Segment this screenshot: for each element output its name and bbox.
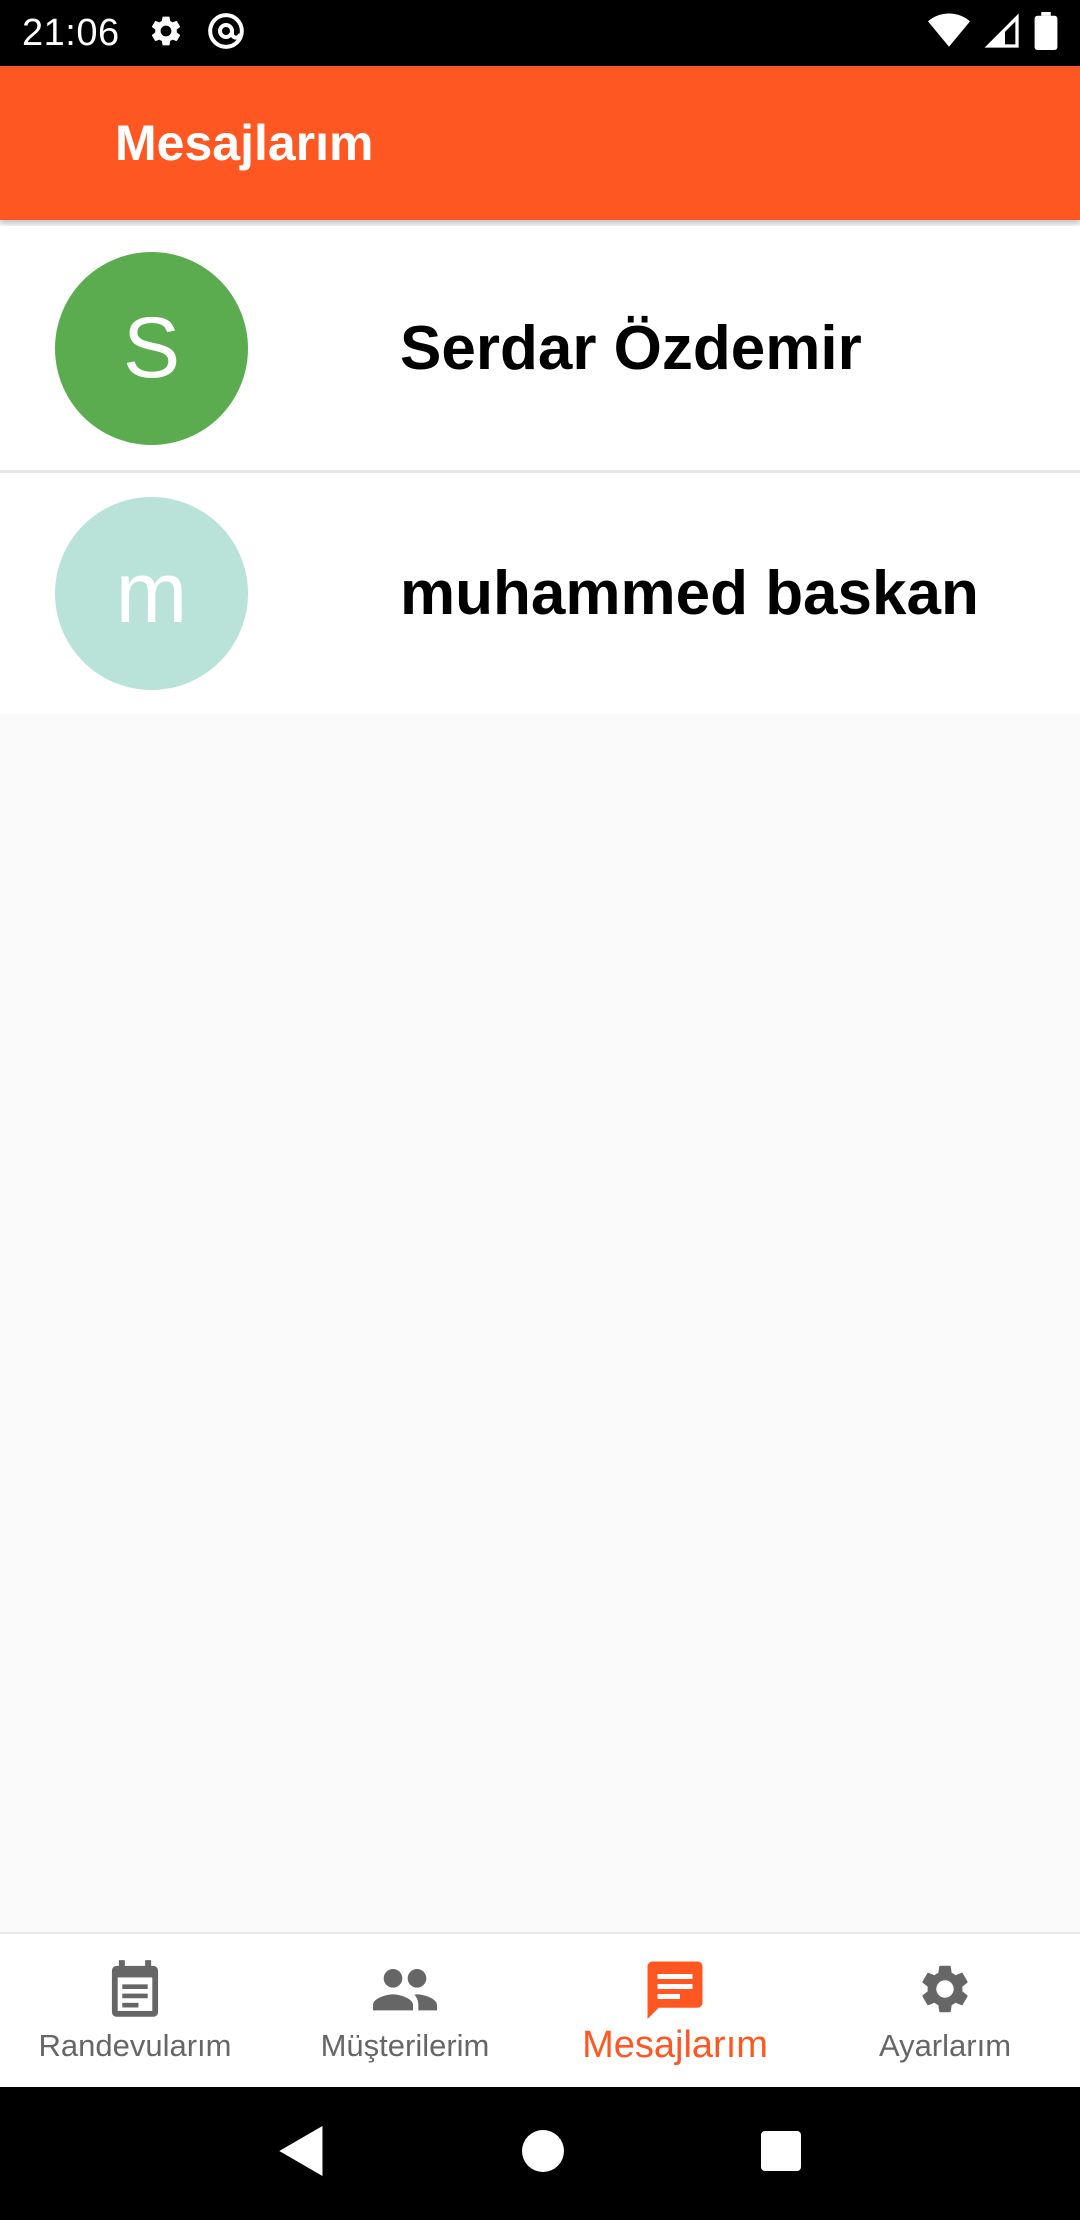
status-bar: 21:06 <box>0 0 1080 66</box>
nav-item-mesajlarim[interactable]: Mesajlarım <box>540 1934 810 2087</box>
home-icon[interactable] <box>521 2130 564 2177</box>
page-title: Mesajlarım <box>115 115 374 171</box>
app-bar: Mesajlarım <box>0 66 1080 220</box>
people-icon <box>373 1956 437 2022</box>
nav-item-musterilerim[interactable]: Müşterilerim <box>270 1934 540 2087</box>
nav-item-ayarlarim[interactable]: Ayarlarım <box>810 1934 1080 2087</box>
contact-name: muhammed baskan <box>400 559 979 628</box>
avatar-initial: m <box>115 545 188 641</box>
nav-label: Müşterilerim <box>320 2028 490 2063</box>
status-time: 21:06 <box>22 11 120 54</box>
recents-icon[interactable] <box>761 2131 802 2176</box>
screen: 21:06 Mesajlarım S Serdar Özdemir m muha… <box>0 0 1080 2220</box>
gear-icon <box>916 1956 974 2022</box>
nav-label: Randevularım <box>38 2028 232 2063</box>
contact-name: Serdar Özdemir <box>400 313 862 383</box>
avatar: S <box>55 251 248 445</box>
calendar-icon <box>107 1956 163 2022</box>
nav-item-randevularim[interactable]: Randevularım <box>0 1934 270 2087</box>
signal-icon <box>984 13 1020 54</box>
nav-label: Mesajlarım <box>582 2024 768 2066</box>
status-icons-left <box>148 11 246 56</box>
at-sign-icon <box>206 11 246 56</box>
system-navigation-bar <box>0 2087 1080 2220</box>
battery-icon <box>1034 11 1058 55</box>
conversation-item[interactable]: S Serdar Özdemir <box>0 226 1080 470</box>
back-icon[interactable] <box>278 2126 325 2181</box>
avatar-initial: S <box>122 299 181 396</box>
conversation-item[interactable]: m muhammed baskan <box>0 470 1080 714</box>
nav-label: Ayarlarım <box>878 2028 1012 2063</box>
conversation-list: S Serdar Özdemir m muhammed baskan <box>0 226 1080 714</box>
wifi-icon <box>928 13 970 54</box>
bottom-navigation: Randevularım Müşterilerim Mesajlarım Aya… <box>0 1932 1080 2087</box>
avatar: m <box>55 497 248 690</box>
status-icons-right <box>928 11 1058 55</box>
settings-icon <box>148 13 184 54</box>
message-icon <box>645 1956 705 2022</box>
